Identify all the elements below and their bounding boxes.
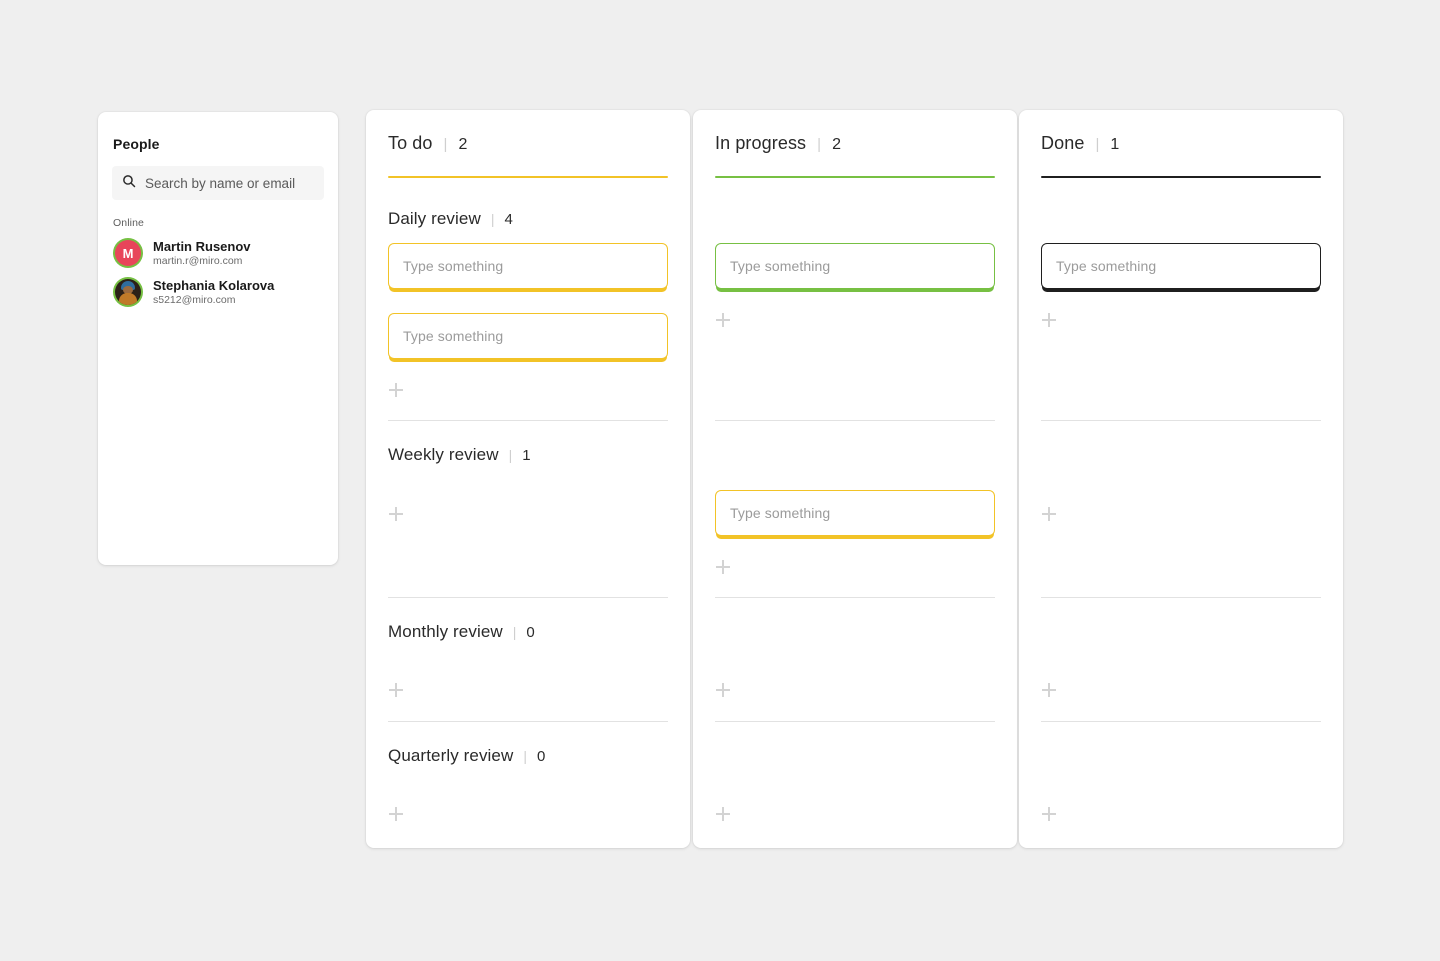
column-header: To do | 2 [388,132,668,155]
row-header-monthly-review: Monthly review | 0 [388,621,668,645]
plus-icon[interactable] [715,804,735,824]
row-separator: | [508,447,513,463]
card[interactable]: Type something [715,490,995,536]
plus-icon[interactable] [1041,680,1061,700]
column-separator: | [443,136,448,153]
avatar-online-ring: M [113,238,143,268]
row-separator: | [512,624,517,640]
card[interactable]: Type something [715,243,995,289]
person-meta: Martin Rusenov martin.r@miro.com [153,239,251,268]
person-email: martin.r@miro.com [153,254,243,267]
search-input[interactable] [145,175,322,191]
row-divider [388,420,668,421]
avatar [115,279,141,305]
online-group-label: Online [113,217,144,229]
row-title: Weekly review [388,445,499,464]
card-placeholder: Type something [403,328,504,344]
card-placeholder: Type something [403,258,504,274]
column-title: To do [388,133,433,153]
column-separator: | [817,136,822,153]
column-count: 1 [1110,136,1120,153]
column-header: In progress | 2 [715,132,995,155]
people-search-box[interactable] [112,166,324,200]
row-title: Quarterly review [388,746,514,765]
card-placeholder: Type something [730,258,831,274]
card[interactable]: Type something [1041,243,1321,289]
card-placeholder: Type something [730,505,831,521]
row-header-weekly-review: Weekly review | 1 [388,444,668,468]
row-divider [715,420,995,421]
card-placeholder: Type something [1056,258,1157,274]
board-canvas: People Online M Martin Rusenov martin.r@… [0,0,1440,961]
column-count: 2 [832,136,841,153]
row-divider [715,721,995,722]
column-header: Done | 1 [1041,132,1321,155]
person-name: Stephania Kolarova [153,277,275,293]
plus-icon[interactable] [388,380,408,400]
avatar: M [115,240,141,266]
avatar-photo-detail [119,293,137,305]
row-divider [1041,597,1321,598]
plus-icon[interactable] [715,557,735,577]
board-column-done: Done | 1 Type something [1019,110,1343,848]
person-email: s5212@miro.com [153,293,236,306]
row-count: 1 [522,447,531,464]
people-panel-title: People [113,136,160,152]
column-count: 2 [458,136,468,153]
column-title: In progress [715,133,807,153]
plus-icon[interactable] [388,504,408,524]
plus-icon[interactable] [715,680,735,700]
column-accent-rule [388,176,668,178]
search-icon [122,174,136,193]
plus-icon[interactable] [388,804,408,824]
row-divider [1041,721,1321,722]
column-title: Done [1041,133,1085,153]
plus-icon[interactable] [715,310,735,330]
list-item[interactable]: M Martin Rusenov martin.r@miro.com [113,238,324,268]
column-separator: | [1095,136,1100,153]
plus-icon[interactable] [1041,504,1061,524]
plus-icon[interactable] [1041,310,1061,330]
row-count: 4 [504,211,513,228]
people-panel: People Online M Martin Rusenov martin.r@… [98,112,338,565]
row-divider [715,597,995,598]
column-accent-rule [715,176,995,178]
plus-icon[interactable] [1041,804,1061,824]
row-header-quarterly-review: Quarterly review | 0 [388,745,668,769]
card[interactable]: Type something [388,313,668,359]
row-count: 0 [526,624,535,641]
row-title: Daily review [388,209,481,228]
row-divider [388,597,668,598]
row-separator: | [490,211,495,227]
card[interactable]: Type something [388,243,668,289]
row-divider [1041,420,1321,421]
row-divider [388,721,668,722]
row-separator: | [523,748,527,764]
row-count: 0 [537,748,546,765]
person-name: Martin Rusenov [153,238,251,254]
board-column-todo: To do | 2 Daily review | 4 Type somethin… [366,110,690,848]
column-accent-rule [1041,176,1321,178]
row-title: Monthly review [388,622,503,641]
plus-icon[interactable] [388,680,408,700]
avatar-online-ring [113,277,143,307]
list-item[interactable]: Stephania Kolarova s5212@miro.com [113,277,324,307]
board-column-in-progress: In progress | 2 Type something Type some… [693,110,1017,848]
person-meta: Stephania Kolarova s5212@miro.com [153,278,274,307]
row-header-daily-review: Daily review | 4 [388,208,668,232]
